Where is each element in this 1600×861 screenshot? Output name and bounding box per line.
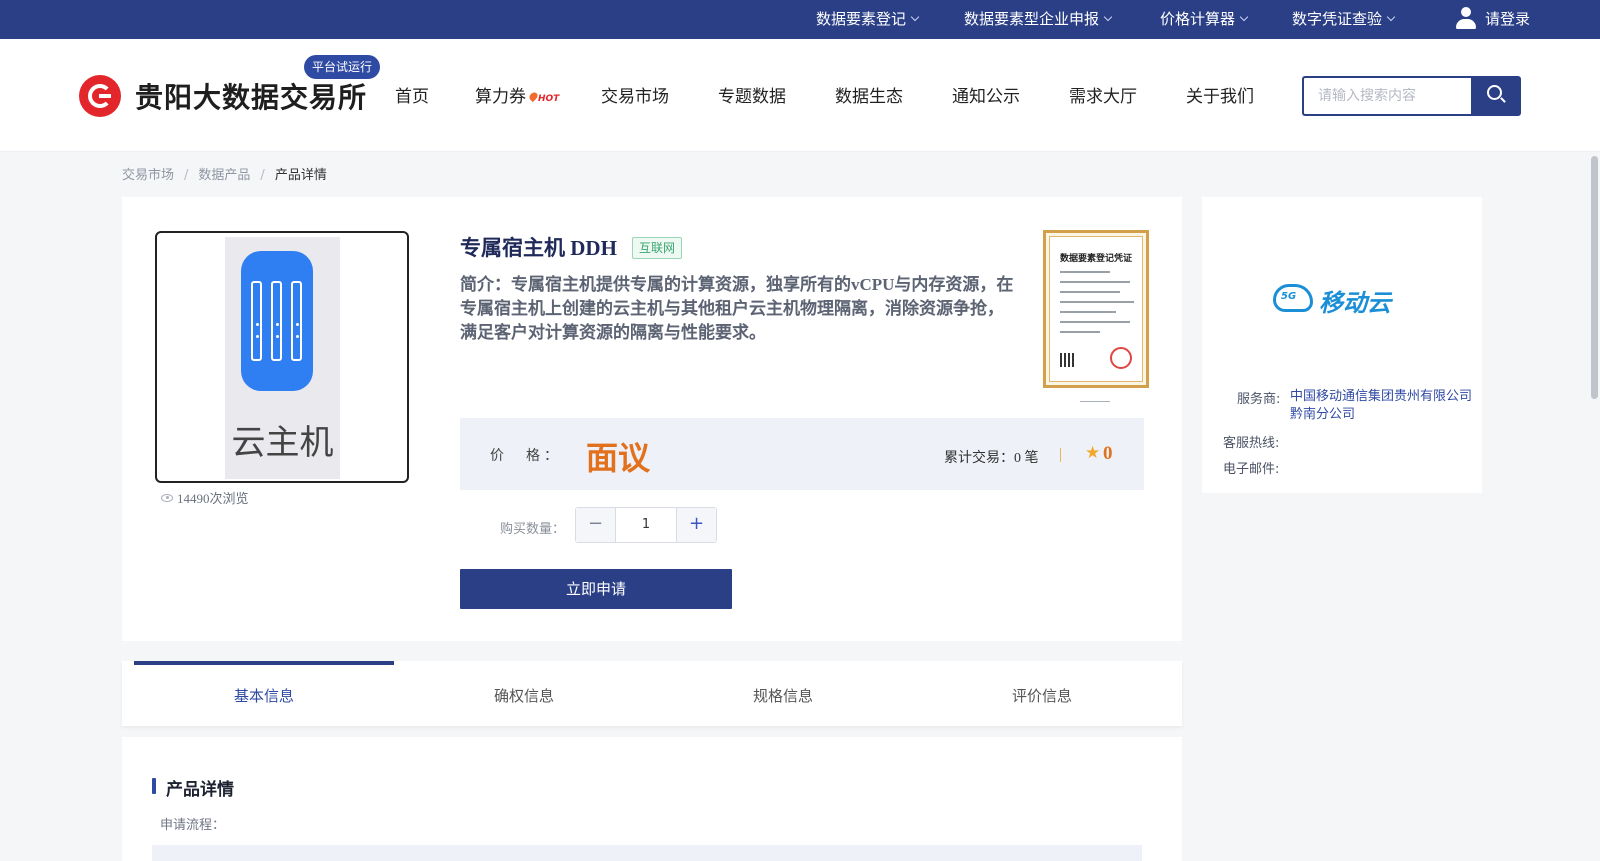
hotline-label: 客服热线: [1223,436,1280,451]
logo-icon[interactable] [79,75,121,117]
brand-name[interactable]: 贵阳大数据交易所 [135,76,367,116]
service-provider-label: 服务商: [1237,392,1281,407]
tab-basic-info[interactable]: 基本信息 [134,661,394,726]
nav-topic-data[interactable]: 专题数据 [718,82,786,107]
quantity-label: 购买数量： [500,522,566,537]
qr-code-icon [1060,353,1074,367]
price-panel: 价 格： 面议 累计交易：0 笔 ★ 0 [460,418,1144,490]
seal-icon [1110,347,1132,369]
product-title: 专属宿主机 DDH [460,236,617,260]
tab-rights-info[interactable]: 确权信息 [394,661,654,726]
divider [1060,448,1061,462]
chevron-down-icon [1103,12,1113,22]
rating-value: 0 [1103,443,1113,464]
server-icon [241,251,313,391]
process-panel [152,845,1142,861]
tab-spec-info[interactable]: 规格信息 [653,661,913,726]
email-label: 电子邮件: [1223,462,1280,477]
service-provider-name[interactable]: 中国移动通信集团贵州有限公司黔南分公司 [1290,388,1476,424]
product-image: 云主机 [155,231,409,483]
breadcrumb-current: 产品详情 [274,168,327,183]
topbar-data-registration[interactable]: 数据要素登记 [816,0,920,39]
chevron-down-icon [1239,12,1249,22]
trial-badge: 平台试运行 [304,55,381,79]
hot-badge: HOT [530,92,559,104]
eye-icon [161,494,173,502]
nav-compute-voucher[interactable]: 算力券 HOT [475,82,559,107]
nav-about[interactable]: 关于我们 [1186,82,1254,107]
product-image-caption: 云主机 [231,423,334,463]
certificate-title: 数据要素登记凭证 [1059,254,1132,264]
price-value: 面议 [586,439,651,477]
view-count: 14490次浏览 [161,488,249,507]
breadcrumb-market[interactable]: 交易市场 [122,168,174,183]
tab-review-info[interactable]: 评价信息 [912,661,1172,726]
nav-market[interactable]: 交易市场 [601,82,669,107]
detail-card [122,737,1182,861]
star-icon: ★ [1085,443,1101,463]
apply-button[interactable]: 立即申请 [460,569,732,609]
increment-button[interactable]: + [676,508,716,542]
search-input[interactable]: 请输入搜索内容 [1302,76,1474,116]
nav-notices[interactable]: 通知公示 [952,82,1020,107]
user-icon [1455,5,1477,31]
top-utility-bar: 数据要素登记 数据要素型企业申报 价格计算器 数字凭证查验 请登录 [0,0,1600,39]
login-link[interactable]: 请登录 [1455,0,1530,39]
section-title: 产品详情 [166,780,234,800]
breadcrumb-data-products[interactable]: 数据产品 [198,168,250,183]
nav-ecosystem[interactable]: 数据生态 [835,82,903,107]
topbar-certificate-check[interactable]: 数字凭证查验 [1292,0,1396,39]
site-header: 贵阳大数据交易所 平台试运行 首页 算力券 HOT 交易市场 专题数据 数据生态 … [0,39,1600,152]
topbar-price-calculator[interactable]: 价格计算器 [1160,0,1249,39]
process-label: 申请流程： [160,818,226,833]
chevron-down-icon [1386,12,1396,22]
chevron-down-icon [910,12,920,22]
nav-home[interactable]: 首页 [395,82,429,107]
quantity-stepper: − 1 + [575,507,717,543]
price-label: 价 格： [490,448,562,464]
trade-count: 累计交易：0 笔 [944,451,1039,466]
section-marker [152,778,156,794]
category-tag: 互联网 [632,237,683,259]
quantity-input[interactable]: 1 [616,508,676,542]
info-tabs: 基本信息 确权信息 规格信息 评价信息 [122,661,1182,726]
provider-logo: 5G 移动云 [1273,280,1415,320]
breadcrumb: 交易市场 / 数据产品 / 产品详情 [122,168,327,183]
search-button[interactable] [1471,76,1521,116]
nav-demand-hall[interactable]: 需求大厅 [1069,82,1137,107]
certificate-indicator [1080,401,1110,402]
product-description: 简介：专属宿主机提供专属的计算资源，独享所有的vCPU与内存资源，在专属宿主机上… [460,275,1014,342]
decrement-button[interactable]: − [576,508,616,542]
registration-certificate[interactable]: 数据要素登记凭证 [1043,230,1149,388]
scrollbar-thumb[interactable] [1591,156,1598,399]
topbar-enterprise-declaration[interactable]: 数据要素型企业申报 [964,0,1113,39]
